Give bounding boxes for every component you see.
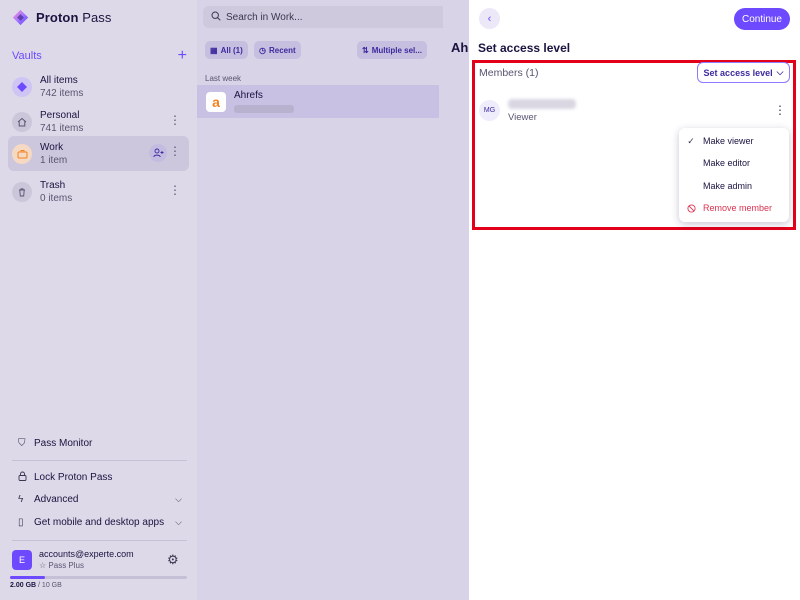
continue-button[interactable]: Continue [733, 8, 790, 30]
vaults-header: Vaults + [12, 48, 187, 64]
diamond-icon [12, 77, 32, 97]
shield-icon: ⛉ [18, 438, 26, 449]
item-title: Ahrefs [234, 90, 263, 101]
member-avatar: MG [479, 100, 500, 121]
search-input[interactable] [226, 11, 426, 23]
proton-pass-logo [12, 9, 29, 26]
filter-all-chip[interactable]: ▦ All (1) [205, 41, 248, 59]
ahrefs-logo: a [206, 91, 226, 112]
member-name-redacted [508, 99, 576, 109]
drawer-title: Set access level [478, 41, 571, 55]
vault-all-items[interactable]: All items 742 items [8, 70, 189, 104]
advanced-link[interactable]: ϟ Advanced ⌵ [18, 494, 182, 505]
vault-name: Work [40, 141, 64, 153]
grid-icon: ▦ [210, 45, 218, 55]
filter-recent-chip[interactable]: ◷ Recent [254, 41, 301, 59]
briefcase-icon [12, 143, 32, 164]
storage-fill [10, 576, 46, 579]
item-list-panel: ▦ All (1) ◷ Recent ⇅ Multiple sel... Las… [197, 0, 463, 600]
vault-name: Trash [40, 180, 66, 191]
set-access-level-button[interactable]: Set access level ⌵ [697, 62, 790, 83]
account-plan: ☆ Pass Plus [39, 561, 84, 570]
item-subtitle-redacted [234, 105, 294, 113]
item-detail-title: Ah [451, 40, 469, 55]
menu-item-make-admin[interactable]: Make admin [679, 175, 789, 197]
vault-options-icon[interactable]: ⋮ [169, 145, 181, 157]
get-apps-label: Get mobile and desktop apps [34, 517, 165, 528]
lock-link[interactable]: Lock Proton Pass [18, 471, 182, 484]
chevron-left-icon: ‹ [487, 12, 492, 25]
vault-name: All items [40, 75, 78, 86]
menu-item-remove-member[interactable]: Remove member [679, 197, 789, 219]
vault-options-icon[interactable]: ⋮ [169, 184, 181, 196]
account-email: accounts@experte.com [39, 549, 134, 559]
vault-options-icon[interactable]: ⋮ [169, 114, 181, 126]
search-bar[interactable] [203, 6, 463, 28]
bolt-icon: ϟ [18, 494, 24, 505]
advanced-label: Advanced [34, 494, 79, 505]
gear-icon[interactable]: ⚙ [167, 552, 179, 568]
brand-name: Proton Pass [36, 10, 112, 25]
chevron-down-icon: ⌵ [175, 494, 182, 504]
vault-work[interactable]: Work 1 item ⋮ [8, 136, 189, 171]
section-label: Last week [205, 74, 242, 83]
vaults-title: Vaults [12, 50, 42, 62]
multi-select-icon: ⇅ [362, 45, 369, 55]
brand: Proton Pass [12, 9, 112, 26]
share-vault-icon[interactable] [149, 144, 167, 162]
trash-icon [12, 182, 32, 202]
house-icon [12, 112, 32, 132]
chevron-down-icon: ⌵ [776, 67, 784, 77]
get-apps-link[interactable]: ▯ Get mobile and desktop apps ⌵ [18, 517, 182, 528]
divider [12, 460, 187, 461]
pass-monitor-link[interactable]: ⛉ Pass Monitor [18, 438, 182, 449]
search-icon [211, 10, 221, 24]
sidebar: Proton Pass Vaults + All items 742 items… [0, 0, 197, 600]
vault-count: 1 item [40, 154, 68, 166]
member-role: Viewer [508, 112, 537, 123]
vault-count: 0 items [40, 193, 73, 204]
avatar: E [12, 549, 32, 570]
storage-bar [10, 576, 187, 579]
list-item[interactable]: a Ahrefs [197, 85, 439, 118]
mobile-icon: ▯ [18, 517, 24, 528]
divider [12, 540, 187, 541]
add-vault-button[interactable]: + [178, 48, 187, 64]
set-access-drawer: ‹ Continue Set access level Members (1) … [469, 0, 800, 600]
checkmark-icon: ✓ [687, 135, 695, 146]
member-options-menu: ✓ Make viewer Make editor Make admin Rem… [679, 128, 789, 222]
menu-item-make-viewer[interactable]: ✓ Make viewer [679, 130, 789, 152]
chevron-down-icon: ⌵ [175, 517, 182, 527]
multiple-select-button[interactable]: ⇅ Multiple sel... [357, 41, 427, 59]
members-title: Members (1) [479, 67, 539, 79]
back-button[interactable]: ‹ [479, 8, 500, 29]
block-icon [679, 203, 703, 213]
lock-icon [18, 471, 32, 484]
clock-icon: ◷ [259, 45, 266, 55]
menu-item-make-editor[interactable]: Make editor [679, 152, 789, 174]
pass-monitor-label: Pass Monitor [34, 438, 93, 449]
vault-count: 742 items [40, 88, 84, 99]
account-menu[interactable]: E accounts@experte.com ☆ Pass Plus [12, 549, 134, 570]
vault-personal[interactable]: Personal 741 items ⋮ [8, 105, 189, 139]
vault-name: Personal [40, 110, 80, 121]
vault-trash[interactable]: Trash 0 items ⋮ [8, 175, 189, 209]
lock-label: Lock Proton Pass [34, 472, 113, 483]
star-icon: ☆ [39, 561, 49, 570]
storage-text: 2.00 GB / 10 GB [10, 582, 62, 589]
vault-count: 741 items [40, 123, 84, 134]
member-options-icon[interactable]: ⋮ [774, 104, 786, 116]
